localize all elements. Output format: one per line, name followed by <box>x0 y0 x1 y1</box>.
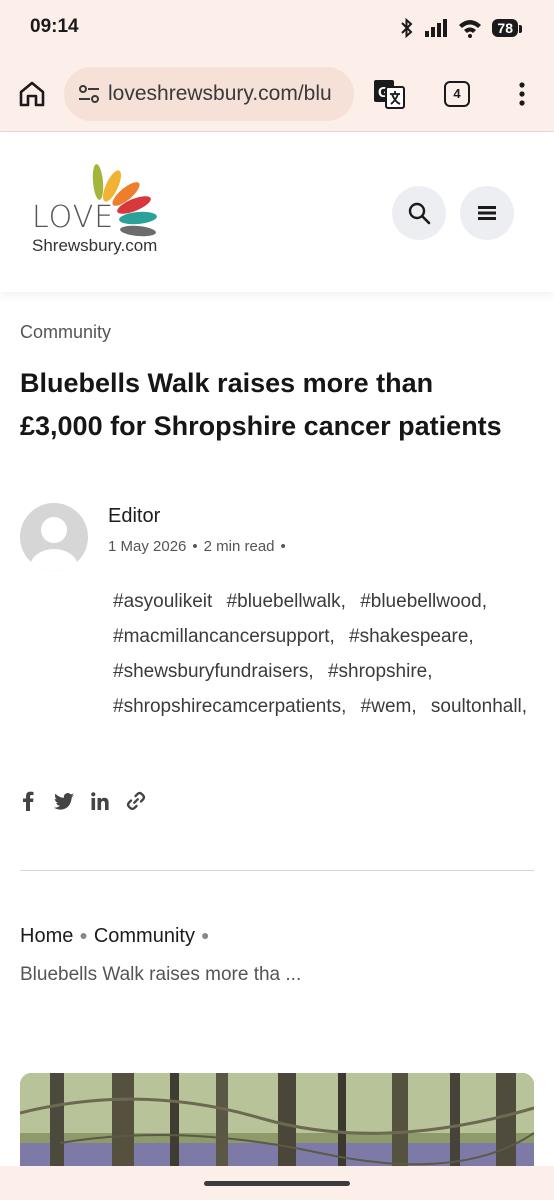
status-icons: 78 <box>400 16 522 40</box>
tag-list: #asyoulikeit #bluebellwalk, #bluebellwoo… <box>113 584 538 724</box>
tag-link[interactable]: #shropshirecamcerpatients, <box>113 696 346 717</box>
breadcrumb-separator: ● <box>79 927 88 943</box>
site-header: LOVE Shrewsbury.com <box>0 132 554 292</box>
tag-link[interactable]: #shakespeare, <box>349 626 474 647</box>
breadcrumb-community[interactable]: Community <box>94 925 195 947</box>
article-title: Bluebells Walk raises more than £3,000 f… <box>20 368 502 441</box>
link-icon[interactable] <box>126 790 146 812</box>
share-bar <box>18 790 146 812</box>
breadcrumb: Home ● Community ● <box>20 925 215 948</box>
twitter-icon[interactable] <box>54 790 74 812</box>
avatar-placeholder-icon <box>30 517 78 571</box>
site-settings-icon[interactable] <box>78 84 100 104</box>
menu-button[interactable] <box>460 186 514 240</box>
battery-indicator: 78 <box>492 19 522 37</box>
tag-link[interactable]: #macmillancancersupport, <box>113 626 335 647</box>
address-bar[interactable]: loveshrewsbury.com/blu <box>64 67 354 121</box>
tag-link[interactable]: #bluebellwalk, <box>227 591 346 612</box>
tag-link[interactable]: #asyoulikeit <box>113 591 212 612</box>
facebook-icon[interactable] <box>18 790 38 812</box>
article-category[interactable]: Community <box>20 322 111 343</box>
tag-link[interactable]: #bluebellwood, <box>360 591 487 612</box>
author-name[interactable]: Editor <box>108 505 160 528</box>
logo-love-text: LOVE <box>32 200 115 235</box>
hamburger-menu-icon <box>478 206 496 220</box>
tab-switcher-button[interactable]: 4 <box>444 81 470 107</box>
tag-link[interactable]: #shropshire, <box>328 661 433 682</box>
more-options-icon[interactable] <box>510 78 534 110</box>
search-button[interactable] <box>392 186 446 240</box>
breadcrumb-current: Bluebells Walk raises more tha ... <box>20 964 302 985</box>
author-avatar[interactable] <box>20 503 88 571</box>
site-logo[interactable]: LOVE Shrewsbury.com <box>28 160 168 264</box>
status-bar: 09:14 78 <box>0 0 554 56</box>
wifi-icon <box>459 20 482 38</box>
translate-icon[interactable]: G <box>372 78 406 110</box>
browser-toolbar: loveshrewsbury.com/blu G 4 <box>0 56 554 132</box>
home-icon[interactable] <box>16 78 48 110</box>
section-divider <box>20 870 534 871</box>
article-meta: 1 May 2026 • 2 min read • <box>108 538 286 555</box>
tag-link[interactable]: #shewsburyfundraisers, <box>113 661 314 682</box>
publish-date: 1 May 2026 <box>108 538 187 555</box>
url-text: loveshrewsbury.com/blu <box>108 82 332 105</box>
linkedin-icon[interactable] <box>90 790 110 812</box>
breadcrumb-home[interactable]: Home <box>20 925 73 947</box>
signal-icon <box>425 19 448 37</box>
tag-link[interactable]: soultonhall, <box>431 696 527 717</box>
status-time: 09:14 <box>30 16 79 37</box>
breadcrumb-separator: ● <box>200 927 210 943</box>
bluetooth-icon <box>401 18 413 38</box>
read-time: 2 min read <box>203 538 275 555</box>
system-navigation-bar <box>0 1166 554 1200</box>
gesture-handle[interactable] <box>204 1181 350 1186</box>
logo-site-text: Shrewsbury.com <box>32 236 158 255</box>
search-icon <box>408 202 431 225</box>
tag-link[interactable]: #wem, <box>361 696 417 717</box>
